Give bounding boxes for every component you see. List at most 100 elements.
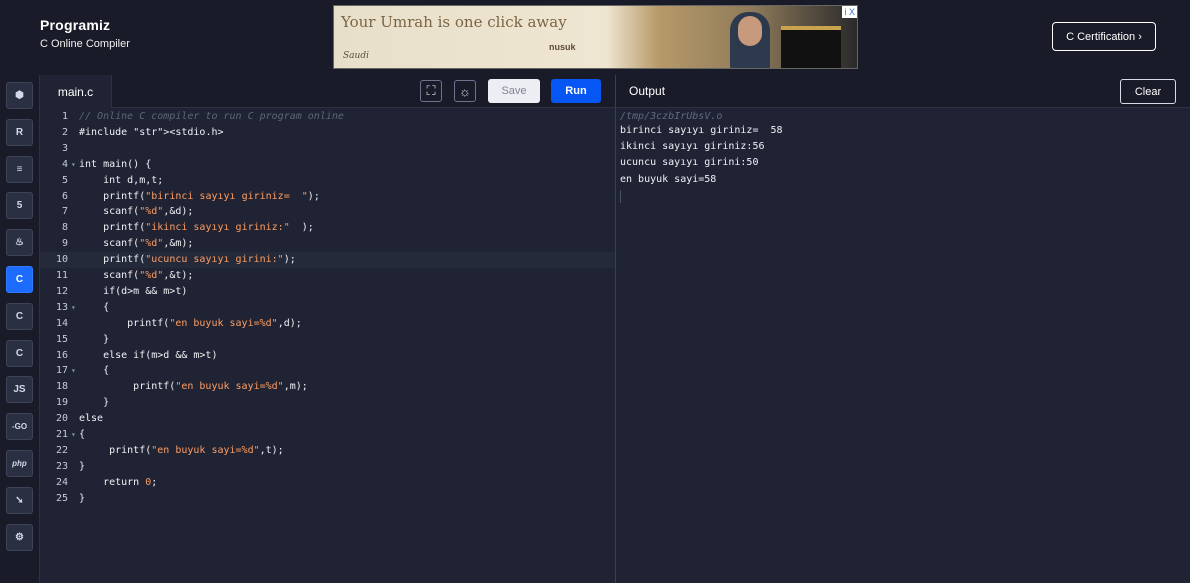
output-cursor <box>620 190 621 203</box>
r-icon[interactable]: R <box>6 118 33 146</box>
code-text: printf("ucuncu sayıyı girini:"); <box>79 254 296 266</box>
go-icon[interactable]: -GO <box>6 413 33 441</box>
code-text: // Online C compiler to run C program on… <box>79 111 344 122</box>
line-number: 7 <box>61 206 68 218</box>
fold-toggle-icon[interactable]: ▾ <box>71 427 76 443</box>
line-number: 6 <box>61 190 68 202</box>
code-line[interactable]: 8 printf("ikinci sayıyı giriniz:" ); <box>40 220 615 236</box>
theme-toggle-icon[interactable]: ☼ <box>454 80 476 102</box>
fold-toggle-icon[interactable]: ▾ <box>71 300 76 316</box>
line-number: 21 <box>55 429 68 440</box>
line-number: 4 <box>61 158 68 170</box>
code-line[interactable]: 10 printf("ucuncu sayıyı girini:"); <box>40 252 615 269</box>
line-number: 9 <box>61 238 68 250</box>
code-line[interactable]: 20 else <box>40 411 615 427</box>
code-text: printf("en buyuk sayi=%d",d); <box>79 317 302 329</box>
code-line[interactable]: 25} <box>40 491 615 507</box>
clear-button[interactable]: Clear <box>1120 79 1176 104</box>
line-number: 12 <box>55 285 68 297</box>
code-line[interactable]: 15 } <box>40 332 615 348</box>
line-number: 8 <box>61 222 68 234</box>
brand[interactable]: Programiz C Online Compiler <box>40 17 130 50</box>
code-line[interactable]: 14 printf("en buyuk sayi=%d",d); <box>40 316 615 332</box>
code-text: } <box>79 460 86 472</box>
code-line[interactable]: 22 printf("en buyuk sayi=%d",t); <box>40 443 615 459</box>
line-number: 15 <box>55 333 68 345</box>
line-number: 11 <box>55 270 68 281</box>
code-text: { <box>79 365 110 377</box>
line-number: 16 <box>55 349 68 361</box>
line-number: 13 <box>55 301 68 313</box>
code-line[interactable]: 11 scanf("%d",&t); <box>40 268 615 284</box>
code-text: #include "str"><stdio.h> <box>79 126 224 138</box>
code-line[interactable]: 4 ▾ int main() { <box>40 157 615 173</box>
fold-toggle-icon[interactable]: ▾ <box>71 363 76 379</box>
java-icon[interactable]: ♨ <box>6 229 33 257</box>
code-line[interactable]: 23} <box>40 459 615 475</box>
ad-nusuk-logo: nusuk <box>549 42 576 52</box>
code-line[interactable]: 17 ▾ { <box>40 363 615 379</box>
code-line[interactable]: 3 <box>40 141 615 157</box>
code-line[interactable]: 7 scanf("%d",&d); <box>40 204 615 220</box>
advertisement-banner[interactable]: Your Umrah is one click away Saudi nusuk… <box>333 5 858 69</box>
code-text: scanf("%d",&t); <box>79 270 194 281</box>
code-line[interactable]: 12 if(d>m && m>t) <box>40 284 615 300</box>
swift-icon[interactable]: ➘ <box>6 486 33 514</box>
code-text: } <box>79 492 86 504</box>
code-line[interactable]: 2 #include "str"><stdio.h> <box>40 125 615 141</box>
code-line[interactable]: 9 scanf("%d",&m); <box>40 236 615 252</box>
code-text: int main() { <box>79 158 152 170</box>
line-number: 2 <box>61 126 68 138</box>
tab-main-c[interactable]: main.c <box>40 75 112 108</box>
cpp-icon[interactable]: C <box>6 302 33 330</box>
c-icon[interactable]: C <box>6 266 33 293</box>
save-button[interactable]: Save <box>488 79 540 103</box>
output-line: ikinci sayıyı giriniz:56 <box>620 141 765 153</box>
editor-toolbar: main.c ⛶ ☼ Save Run <box>40 75 615 108</box>
line-number: 17 <box>55 365 68 377</box>
line-number: 24 <box>55 476 68 488</box>
code-text: else if(m>d && m>t) <box>79 349 218 361</box>
output-header: Output Clear <box>615 75 1190 108</box>
code-text: { <box>79 429 86 440</box>
code-line[interactable]: 16 else if(m>d && m>t) <box>40 348 615 364</box>
output-title: Output <box>629 84 666 98</box>
fullscreen-icon[interactable]: ⛶ <box>420 80 442 102</box>
code-editor[interactable]: 1 // Online C compiler to run C program o… <box>40 108 615 583</box>
run-button[interactable]: Run <box>551 79 601 103</box>
code-text: scanf("%d",&d); <box>79 206 194 218</box>
python-icon[interactable]: ⬢ <box>6 82 33 109</box>
line-number: 3 <box>61 142 68 154</box>
top-header: Programiz C Online Compiler Your Umrah i… <box>0 0 1190 75</box>
output-line: birinci sayıyı giriniz= 58 <box>620 125 783 136</box>
line-number: 20 <box>55 413 68 425</box>
csharp-icon[interactable]: C <box>6 339 33 367</box>
code-line[interactable]: 6 printf("birinci sayıyı giriniz= "); <box>40 189 615 205</box>
fold-toggle-icon[interactable]: ▾ <box>71 157 76 173</box>
line-number: 1 <box>61 111 68 122</box>
output-line: en buyuk sayi=58 <box>620 173 717 185</box>
sql-icon[interactable]: ≡ <box>6 155 33 183</box>
code-text: printf("birinci sayıyı giriniz= "); <box>79 190 320 202</box>
code-line[interactable]: 5 int d,m,t; <box>40 173 615 189</box>
ad-info-close-icon[interactable]: i X <box>842 6 857 18</box>
rust-icon[interactable]: ⚙ <box>6 523 33 551</box>
code-line[interactable]: 24 return 0; <box>40 475 615 491</box>
javascript-icon[interactable]: JS <box>6 376 33 404</box>
output-console[interactable]: /tmp/3czbIrUbsV.o birinci sayıyı giriniz… <box>615 108 1190 583</box>
code-text: } <box>79 397 110 409</box>
ad-kaaba-image <box>781 26 841 68</box>
code-line[interactable]: 21 ▾{ <box>40 427 615 443</box>
c-certification-button[interactable]: C Certification › <box>1052 22 1156 51</box>
code-line[interactable]: 18 printf("en buyuk sayi=%d",m); <box>40 379 615 395</box>
php-icon[interactable]: php <box>6 450 33 477</box>
code-line[interactable]: 19 } <box>40 395 615 411</box>
programiz-logo[interactable]: Programiz <box>40 17 130 33</box>
code-line[interactable]: 1 // Online C compiler to run C program o… <box>40 109 615 125</box>
line-number: 25 <box>55 492 68 504</box>
code-text: } <box>79 333 110 345</box>
code-line[interactable]: 13 ▾ { <box>40 300 615 316</box>
line-number: 22 <box>55 444 68 456</box>
html5-icon[interactable]: 5 <box>6 192 33 220</box>
ad-person-face <box>738 16 762 46</box>
